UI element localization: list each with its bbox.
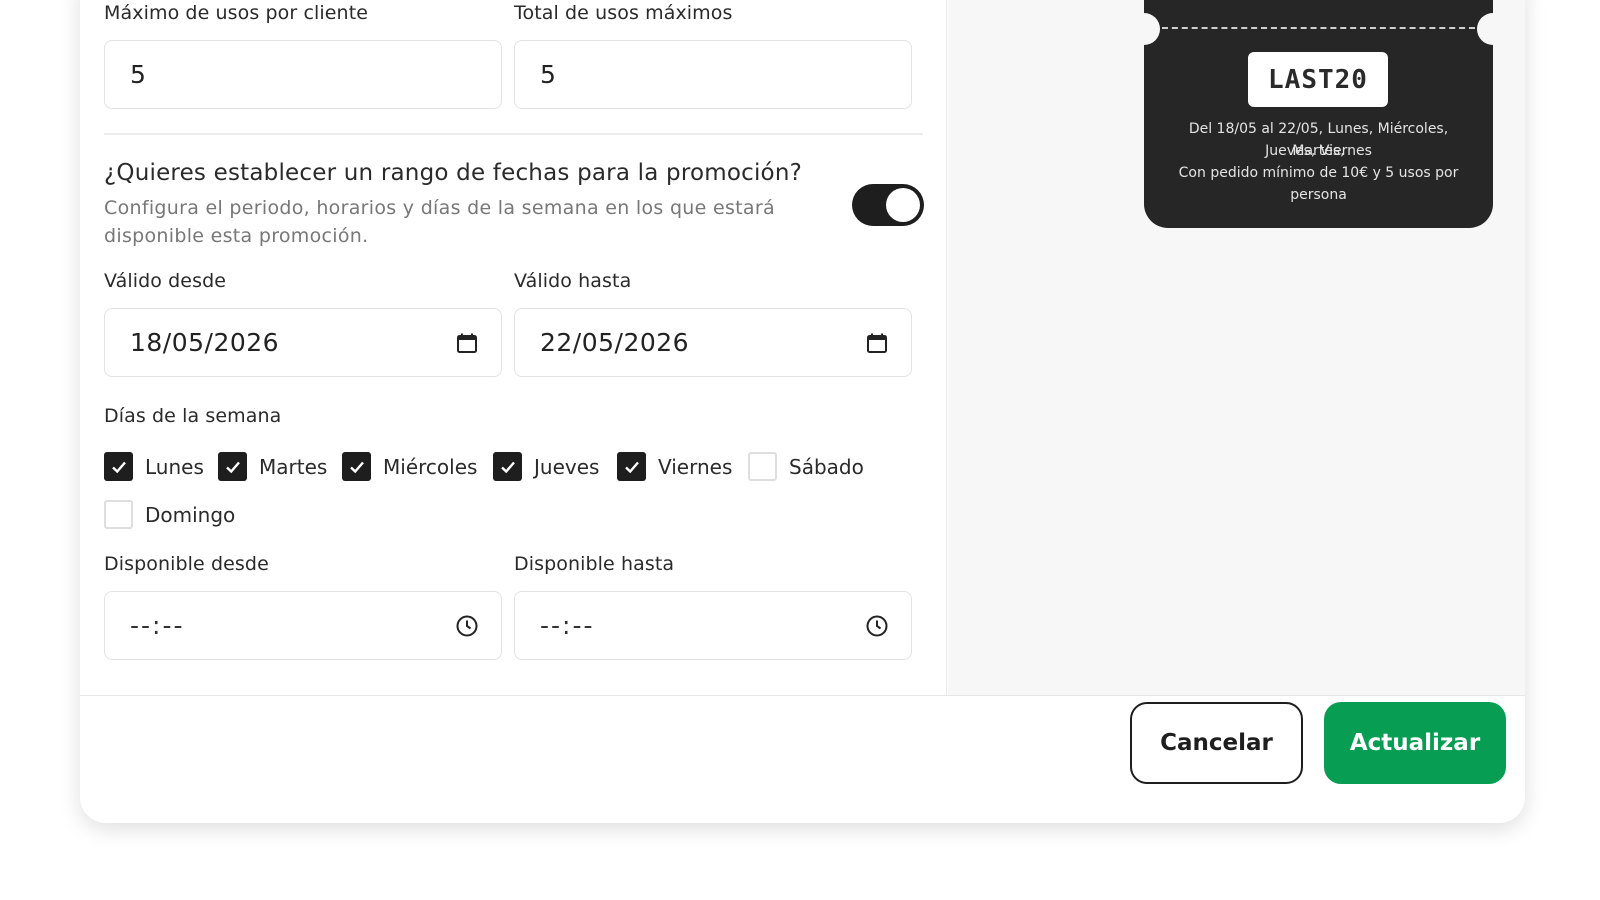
promotion-preview-panel: LAST20 Del 18/05 al 22/05, Lunes, Miérco… [948,0,1525,695]
ticket-notch-right [1477,13,1509,45]
date-range-question: ¿Quieres establecer un rango de fechas p… [104,160,803,186]
valid-from-input[interactable]: 18/05/2026 [104,308,502,377]
clock-icon[interactable] [865,614,889,638]
checkbox-lunes[interactable] [104,452,133,481]
checkbox-jueves[interactable] [493,452,522,481]
promotion-form-panel: Máximo de usos por cliente 5 Total de us… [80,0,947,695]
max-uses-per-client-value: 5 [130,60,147,89]
available-to-value: --:-- [540,611,595,640]
ticket-perforation [1162,27,1475,29]
coupon-details-line: Con pedido mínimo de 10€ y 5 usos por [1178,165,1459,181]
valid-to-input[interactable]: 22/05/2026 [514,308,912,377]
weekday-label: Miércoles [383,454,478,479]
check-icon [111,461,126,473]
checkbox-martes[interactable] [218,452,247,481]
promotion-edit-modal: Máximo de usos por cliente 5 Total de us… [80,0,1525,823]
weekday-lunes[interactable]: Lunes [104,452,204,481]
valid-to-label: Válido hasta [514,270,632,292]
date-range-description: Configura el periodo, horarios y días de… [104,197,775,247]
coupon-code: LAST20 [1248,52,1388,107]
coupon-ticket-preview: LAST20 Del 18/05 al 22/05, Lunes, Miérco… [1128,0,1509,228]
total-max-uses-input[interactable]: 5 [514,40,912,109]
weekdays-label: Días de la semana [104,405,282,427]
check-icon [225,461,240,473]
checkbox-viernes[interactable] [617,452,646,481]
max-uses-per-client-label: Máximo de usos por cliente [104,2,369,24]
modal-footer [80,695,1525,823]
checkbox-domingo[interactable] [104,500,133,529]
checkbox-sabado[interactable] [748,452,777,481]
available-from-value: --:-- [130,611,185,640]
weekday-label: Lunes [145,454,204,479]
checkbox-miercoles[interactable] [342,452,371,481]
valid-from-label: Válido desde [104,270,227,292]
total-max-uses-label: Total de usos máximos [514,2,733,24]
available-from-label: Disponible desde [104,553,269,575]
update-button[interactable]: Actualizar [1324,702,1506,784]
check-icon [500,461,515,473]
weekday-label: Jueves [534,454,600,479]
weekday-label: Martes [259,454,328,479]
clock-icon[interactable] [455,614,479,638]
max-uses-per-client-input[interactable]: 5 [104,40,502,109]
coupon-details-line: persona [1290,187,1347,203]
weekday-viernes[interactable]: Viernes [617,452,732,481]
date-range-toggle[interactable] [852,184,924,226]
available-to-label: Disponible hasta [514,553,675,575]
section-divider [104,133,923,135]
weekday-label: Viernes [658,454,733,479]
weekday-jueves[interactable]: Jueves [493,452,599,481]
ticket-notch-left [1128,13,1160,45]
valid-to-value: 22/05/2026 [540,328,690,357]
toggle-knob [886,188,920,222]
weekday-sabado[interactable]: Sábado [748,452,864,481]
total-max-uses-value: 5 [540,60,557,89]
weekday-domingo[interactable]: Domingo [104,500,235,529]
calendar-icon[interactable] [865,331,889,355]
weekday-label: Domingo [145,502,236,527]
available-from-input[interactable]: --:-- [104,591,502,660]
weekday-miercoles[interactable]: Miércoles [342,452,477,481]
coupon-details-line: Jueves, Viernes [1265,143,1372,159]
available-to-input[interactable]: --:-- [514,591,912,660]
weekday-martes[interactable]: Martes [218,452,327,481]
check-icon [349,461,364,473]
calendar-icon[interactable] [455,331,479,355]
weekday-label: Sábado [789,454,864,479]
cancel-button[interactable]: Cancelar [1130,702,1303,784]
valid-from-value: 18/05/2026 [130,328,280,357]
check-icon [624,461,639,473]
